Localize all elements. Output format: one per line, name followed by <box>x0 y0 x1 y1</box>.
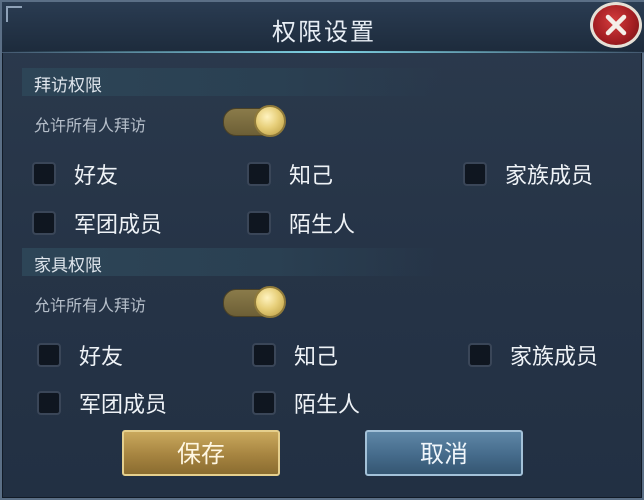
dialog-title: 权限设置 <box>272 18 376 46</box>
option-label: 家族成员 <box>505 164 594 189</box>
cancel-button[interactable]: 取消 <box>365 430 523 476</box>
option-label: 陌生人 <box>289 213 356 238</box>
checkbox[interactable] <box>32 162 56 186</box>
allow-all-visit-toggle[interactable] <box>223 105 286 137</box>
checkbox[interactable] <box>247 211 271 235</box>
option-label: 军团成员 <box>74 213 163 238</box>
save-button[interactable]: 保存 <box>122 430 280 476</box>
checkbox[interactable] <box>252 391 276 415</box>
section-header-furniture-permission: 家具权限 <box>22 248 442 276</box>
toggle-knob <box>254 105 286 137</box>
option-label: 好友 <box>79 345 124 370</box>
allow-all-visit-label: 允许所有人拜访 <box>34 116 147 135</box>
section-header-visit-permission: 拜访权限 <box>22 68 442 96</box>
option-label: 陌生人 <box>294 393 361 418</box>
checkbox[interactable] <box>463 162 487 186</box>
option-label: 军团成员 <box>79 393 168 418</box>
toggle-knob <box>254 286 286 318</box>
allow-all-furniture-toggle[interactable] <box>223 286 286 318</box>
checkbox[interactable] <box>252 343 276 367</box>
checkbox[interactable] <box>32 211 56 235</box>
section-title: 拜访权限 <box>34 76 102 96</box>
section-title: 家具权限 <box>34 256 102 276</box>
option-label: 好友 <box>74 164 119 189</box>
allow-all-furniture-label: 允许所有人拜访 <box>34 296 147 315</box>
checkbox[interactable] <box>37 343 61 367</box>
title-glow-divider <box>2 51 644 53</box>
checkbox[interactable] <box>247 162 271 186</box>
permission-settings-dialog: 权限设置 拜访权限 允许所有人拜访 好友 知己 家族成员 军团成员 陌生人 家具… <box>0 0 644 500</box>
close-icon <box>605 14 627 36</box>
option-label: 知己 <box>294 345 339 370</box>
close-button[interactable] <box>590 2 642 48</box>
option-label: 知己 <box>289 164 334 189</box>
checkbox[interactable] <box>468 343 492 367</box>
title-bar: 权限设置 <box>2 2 644 53</box>
option-label: 家族成员 <box>510 345 599 370</box>
checkbox[interactable] <box>37 391 61 415</box>
